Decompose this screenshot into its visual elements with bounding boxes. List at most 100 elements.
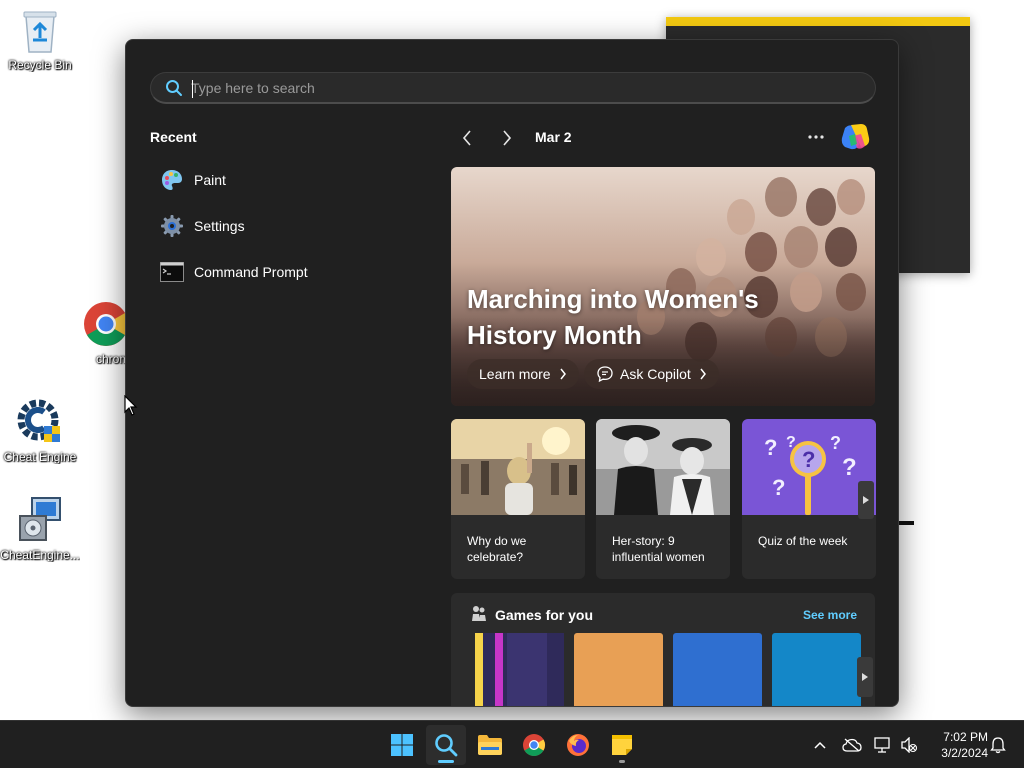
search-icon	[166, 80, 182, 96]
firefox-taskbar-button[interactable]	[558, 725, 598, 765]
desktop-icon-cheat-engine-installer[interactable]: CheatEngine...	[0, 496, 80, 562]
recent-item-paint[interactable]: Paint	[150, 160, 430, 200]
game-tile-art	[475, 633, 564, 706]
speaker-muted-icon	[901, 737, 918, 753]
search-icon	[435, 734, 458, 757]
card-title: Her-story: 9 influential women	[612, 534, 705, 564]
next-button[interactable]	[497, 128, 517, 148]
chat-bubble-icon	[597, 366, 613, 383]
sticky-notes-taskbar-button[interactable]	[602, 725, 642, 765]
search-input[interactable]	[191, 77, 851, 99]
games-heading: Games for you	[495, 607, 594, 623]
desktop-icon-label: Recycle Bin	[8, 58, 72, 72]
card-thumbnail	[596, 419, 730, 515]
recent-heading: Recent	[150, 129, 197, 145]
volume-tray-button[interactable]	[899, 735, 919, 755]
firefox-icon	[567, 734, 589, 756]
ask-copilot-label: Ask Copilot	[620, 366, 691, 382]
game-tile[interactable]	[673, 633, 762, 706]
chevron-right-icon	[560, 368, 566, 380]
recent-item-command-prompt[interactable]: Command Prompt	[150, 252, 430, 292]
folder-icon	[478, 735, 502, 755]
desktop-icon-label: CheatEngine...	[0, 548, 80, 562]
clock-date: 3/2/2024	[941, 746, 988, 760]
text-caret	[192, 80, 193, 98]
paint-icon	[160, 168, 184, 192]
game-pieces-icon	[472, 606, 486, 621]
card-thumbnail: ? ? ? ? ? ?	[742, 419, 876, 515]
caret-right-icon	[862, 673, 868, 681]
show-hidden-icons-button[interactable]	[810, 735, 830, 755]
copilot-button[interactable]	[839, 122, 871, 152]
hero-title: Marching into Women's History Month	[467, 284, 759, 350]
game-tile[interactable]	[772, 633, 861, 706]
game-tile[interactable]	[475, 633, 564, 706]
search-box[interactable]	[150, 72, 876, 104]
taskbar-search-button[interactable]	[426, 725, 466, 765]
highlight-card[interactable]: Her-story: 9 influential women	[596, 419, 730, 579]
taskbar: 7:02 PM 3/2/2024	[0, 720, 1024, 768]
background-window-fragment	[898, 521, 914, 525]
bell-icon	[990, 737, 1006, 754]
mouse-cursor-icon	[124, 395, 138, 416]
cheat-engine-icon	[17, 399, 60, 442]
chevron-up-icon	[814, 741, 826, 749]
file-explorer-button[interactable]	[470, 725, 510, 765]
learn-more-button[interactable]: Learn more	[467, 359, 579, 389]
previous-button[interactable]	[457, 128, 477, 148]
copilot-icon	[841, 124, 870, 150]
recycle-bin-icon	[23, 11, 57, 53]
recent-item-label: Settings	[194, 218, 245, 234]
chevron-left-icon	[462, 130, 471, 146]
svg-text:?: ?	[842, 454, 857, 481]
cards-scroll-right-button[interactable]	[858, 481, 874, 519]
search-panel: Recent Paint	[125, 39, 899, 707]
see-more-link[interactable]: See more	[803, 608, 857, 622]
network-tray-button[interactable]	[873, 735, 893, 755]
chevron-right-icon	[503, 130, 512, 146]
learn-more-label: Learn more	[479, 366, 551, 382]
desktop-icon-cheat-engine[interactable]: Cheat Engine	[0, 398, 80, 464]
sticky-notes-icon	[612, 735, 632, 755]
cloud-offline-icon	[842, 738, 862, 752]
highlight-card[interactable]: Why do we celebrate?	[451, 419, 585, 579]
caret-right-icon	[863, 496, 869, 504]
gear-icon	[160, 214, 184, 238]
clock-time: 7:02 PM	[943, 730, 988, 744]
chrome-taskbar-button[interactable]	[514, 725, 554, 765]
card-title: Quiz of the week	[758, 534, 848, 548]
active-indicator	[438, 760, 454, 763]
start-button[interactable]	[382, 725, 422, 765]
hero-card[interactable]: Marching into Women's History Month Lear…	[451, 167, 875, 406]
desktop-icon-label: Cheat Engine	[3, 450, 77, 464]
card-title: Why do we celebrate?	[467, 534, 527, 564]
svg-text:?: ?	[772, 475, 785, 500]
desktop-icon-recycle-bin[interactable]: Recycle Bin	[0, 8, 80, 72]
games-scroll-right-button[interactable]	[857, 657, 873, 697]
installer-icon	[19, 497, 61, 541]
network-icon	[874, 737, 890, 753]
recent-item-settings[interactable]: Settings	[150, 206, 430, 246]
svg-text:?: ?	[764, 435, 777, 460]
highlight-card[interactable]: ? ? ? ? ? ? Quiz of the week	[742, 419, 876, 579]
windows-logo-icon	[391, 734, 413, 756]
chrome-icon	[84, 302, 128, 346]
recent-item-label: Command Prompt	[194, 264, 308, 280]
ellipsis-icon	[808, 135, 824, 139]
game-tile[interactable]	[574, 633, 663, 706]
running-indicator	[619, 760, 625, 763]
chevron-right-icon	[700, 368, 706, 380]
highlights-date: Mar 2	[535, 129, 572, 145]
onedrive-tray-button[interactable]	[842, 735, 862, 755]
svg-text:?: ?	[802, 447, 815, 472]
card-thumbnail	[451, 419, 585, 515]
notifications-button[interactable]	[988, 735, 1008, 755]
chrome-icon	[523, 734, 545, 756]
svg-text:?: ?	[830, 433, 841, 453]
recent-item-label: Paint	[194, 172, 226, 188]
games-section: Games for you See more	[451, 593, 875, 706]
clock[interactable]: 7:02 PM 3/2/2024	[928, 729, 988, 761]
more-options-button[interactable]	[806, 126, 826, 146]
ask-copilot-button[interactable]: Ask Copilot	[584, 359, 719, 389]
terminal-icon	[160, 260, 184, 284]
